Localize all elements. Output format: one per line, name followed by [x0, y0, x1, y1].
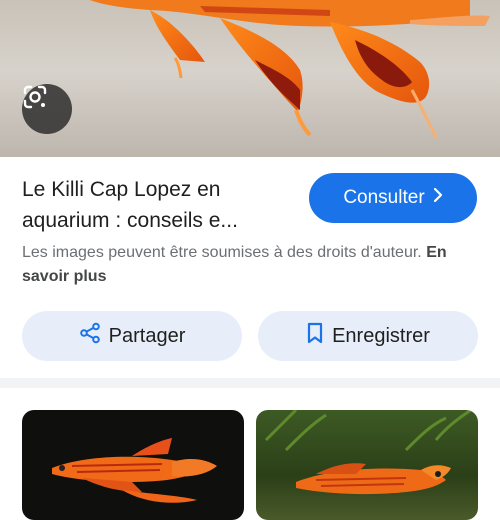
share-button[interactable]: Partager — [22, 311, 242, 361]
copyright-text: Les images peuvent être soumises à des d… — [22, 244, 422, 261]
visit-button-label: Consulter — [343, 187, 425, 208]
google-lens-icon — [23, 85, 47, 109]
save-label: Enregistrer — [332, 324, 430, 347]
hero-image[interactable] — [0, 0, 500, 157]
related-image-1[interactable] — [22, 410, 244, 520]
bookmark-icon — [306, 322, 324, 350]
killifish-photo — [90, 0, 490, 139]
result-title[interactable]: Le Killi Cap Lopez en aquarium : conseil… — [22, 174, 292, 236]
chevron-right-icon — [433, 187, 443, 208]
related-image-2[interactable] — [256, 410, 478, 520]
killifish-thumbnail — [264, 410, 472, 495]
killifish-thumbnail — [52, 438, 217, 503]
section-divider — [0, 378, 500, 388]
google-lens-button[interactable] — [22, 84, 72, 134]
share-icon — [79, 322, 101, 350]
share-label: Partager — [108, 324, 186, 347]
visit-button[interactable]: Consulter — [309, 173, 477, 223]
copyright-notice: Les images peuvent être soumises à des d… — [22, 241, 478, 289]
save-button[interactable]: Enregistrer — [258, 311, 478, 361]
